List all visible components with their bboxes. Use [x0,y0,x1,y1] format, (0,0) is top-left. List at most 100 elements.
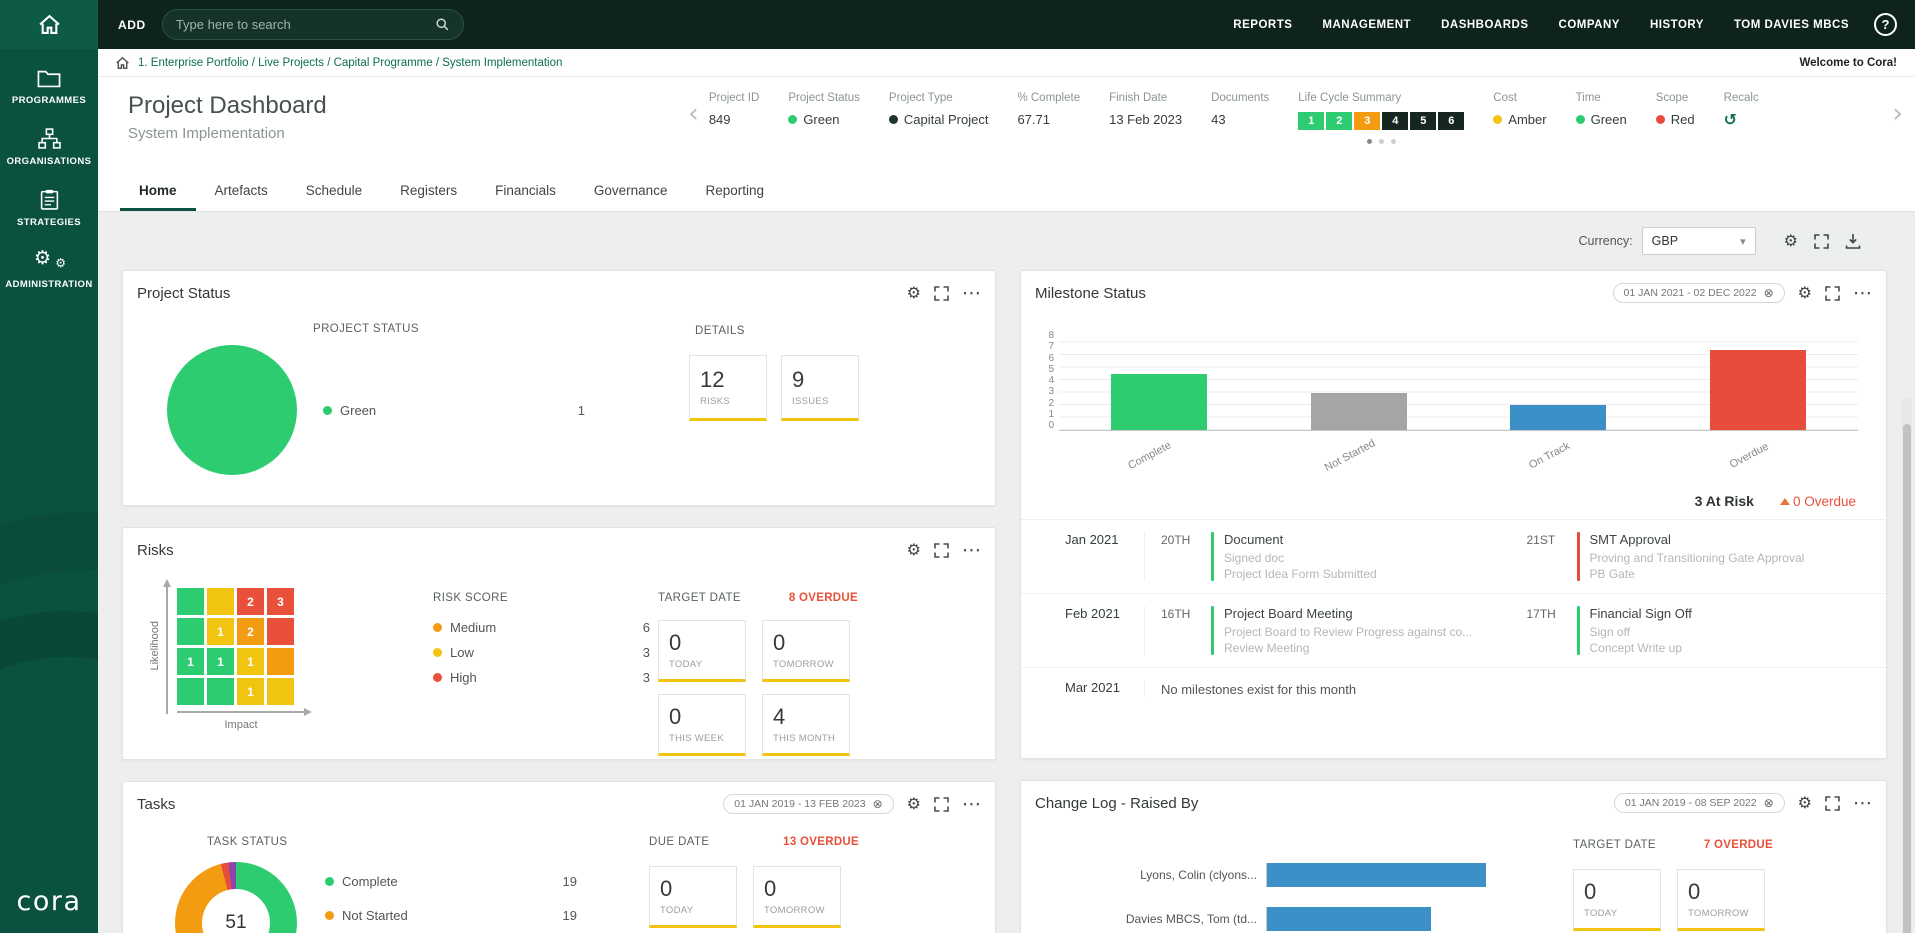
card-more-icon[interactable]: ⋯ [962,283,981,303]
search-icon[interactable] [435,17,450,32]
risk-matrix-cell[interactable]: 3 [267,588,294,615]
download-icon[interactable] [1845,233,1861,249]
lifecycle-stage[interactable]: 6 [1438,112,1465,130]
recalc-refresh-icon[interactable]: ↺ [1724,112,1737,128]
risk-matrix-cell[interactable] [207,588,234,615]
task-status-donut[interactable]: 51 [175,862,297,933]
stat-today[interactable]: 0 TODAY [649,866,737,928]
remove-filter-icon[interactable]: ⊗ [873,798,883,810]
global-search[interactable] [161,9,464,40]
remove-filter-icon[interactable]: ⊗ [1764,287,1774,299]
milestone-bar[interactable] [1110,374,1207,430]
tab-registers[interactable]: Registers [381,172,476,211]
milestone-entry[interactable]: 21ST SMT Approval Proving and Transition… [1527,532,1869,581]
card-expand-icon[interactable] [1825,285,1840,301]
tab-artefacts[interactable]: Artefacts [196,172,287,211]
milestone-bar[interactable] [1510,405,1607,430]
date-filter-badge[interactable]: 01 JAN 2021 - 02 DEC 2022 ⊗ [1612,283,1785,303]
tab-reporting[interactable]: Reporting [686,172,783,211]
changelog-bar[interactable] [1267,863,1487,887]
card-more-icon[interactable]: ⋯ [962,540,981,560]
tab-governance[interactable]: Governance [575,172,687,211]
risk-matrix-cell[interactable] [207,678,234,705]
tab-financials[interactable]: Financials [476,172,575,211]
card-settings-icon[interactable]: ⚙ [907,796,921,812]
stat-tomorrow[interactable]: 0 TOMORROW [753,866,841,928]
card-settings-icon[interactable]: ⚙ [907,285,921,301]
risk-matrix-cell[interactable] [177,588,204,615]
search-input[interactable] [175,17,435,32]
milestone-bar[interactable] [1710,349,1807,430]
risk-matrix-cell[interactable] [177,618,204,645]
card-expand-icon[interactable] [1825,795,1840,811]
milestone-bar[interactable] [1310,392,1407,430]
sidebar-item-programmes[interactable]: PROGRAMMES [0,69,98,106]
sidebar-item-organisations[interactable]: ORGANISATIONS [0,128,98,167]
stat-risks[interactable]: 12 RISKS [689,355,767,421]
carousel-dot[interactable] [1366,139,1372,144]
risk-matrix-cell[interactable] [267,648,294,675]
date-filter-badge[interactable]: 01 JAN 2019 - 13 FEB 2023 ⊗ [723,794,894,814]
lifecycle-stage[interactable]: 4 [1382,112,1409,130]
risk-matrix-cell[interactable] [267,678,294,705]
stat-today[interactable]: 0 TODAY [1573,869,1661,931]
card-more-icon[interactable]: ⋯ [1853,793,1872,813]
legend-item[interactable]: Complete 19 [325,874,585,889]
sidebar-item-administration[interactable]: ⚙ ⚙ ADMINISTRATION [0,247,98,290]
card-more-icon[interactable]: ⋯ [962,794,981,814]
legend-item[interactable]: Medium 6 [433,620,658,635]
stat-today[interactable]: 0 TODAY [658,620,746,682]
overdue-badge[interactable]: 8 OVERDUE [789,592,858,604]
risk-matrix-cell[interactable] [267,618,294,645]
header-scroll-right-icon[interactable]: › [1892,92,1907,127]
scrollbar-thumb[interactable] [1903,424,1911,933]
stat-issues[interactable]: 9 ISSUES [781,355,859,421]
legend-item[interactable]: High 3 [433,670,658,685]
stat-this-month[interactable]: 4 THIS MONTH [762,694,850,756]
lifecycle-stage[interactable]: 3 [1354,112,1381,130]
nav-management[interactable]: MANAGEMENT [1307,19,1426,31]
dashboard-settings-icon[interactable]: ⚙ [1784,233,1798,249]
risk-matrix-cell[interactable]: 1 [207,618,234,645]
at-risk-count[interactable]: 3 At Risk [1695,493,1754,509]
page-scrollbar[interactable] [1902,398,1912,933]
nav-history[interactable]: HISTORY [1635,19,1719,31]
home-button[interactable] [0,0,98,49]
overdue-count[interactable]: 0 Overdue [1779,494,1856,509]
home-small-icon[interactable] [116,56,129,69]
carousel-dot[interactable] [1390,139,1396,144]
nav-dashboards[interactable]: DASHBOARDS [1426,19,1543,31]
card-settings-icon[interactable]: ⚙ [1798,285,1812,301]
remove-filter-icon[interactable]: ⊗ [1764,797,1774,809]
changelog-bar[interactable] [1267,907,1432,931]
overdue-badge[interactable]: 7 OVERDUE [1704,839,1773,851]
milestone-entry[interactable]: 16TH Project Board Meeting Project Board… [1161,606,1503,655]
lifecycle-stage[interactable]: 2 [1326,112,1353,130]
legend-item[interactable]: Green 1 [297,403,589,418]
carousel-dot[interactable] [1378,139,1384,144]
nav-company[interactable]: COMPANY [1544,19,1635,31]
breadcrumb[interactable]: 1. Enterprise Portfolio / Live Projects … [138,57,562,69]
tab-home[interactable]: Home [120,172,196,211]
legend-item[interactable]: Not Started 19 [325,908,585,923]
project-status-pie[interactable] [167,345,297,475]
legend-item[interactable]: Low 3 [433,645,658,660]
lifecycle-stage[interactable]: 1 [1298,112,1325,130]
help-icon[interactable]: ? [1874,13,1897,36]
card-settings-icon[interactable]: ⚙ [907,542,921,558]
stat-tomorrow[interactable]: 0 TOMORROW [762,620,850,682]
risk-matrix-cell[interactable]: 2 [237,588,264,615]
risk-matrix-cell[interactable]: 2 [237,618,264,645]
date-filter-badge[interactable]: 01 JAN 2019 - 08 SEP 2022 ⊗ [1613,793,1785,813]
header-scroll-left-icon[interactable]: ‹ [688,92,709,127]
card-expand-icon[interactable] [934,285,949,301]
risk-matrix-cell[interactable] [177,678,204,705]
risk-matrix-cell[interactable]: 1 [237,648,264,675]
card-expand-icon[interactable] [934,542,949,558]
nav-reports[interactable]: REPORTS [1218,19,1307,31]
milestone-entry[interactable]: 17TH Financial Sign Off Sign off Concept… [1527,606,1869,655]
risk-matrix-cell[interactable]: 1 [177,648,204,675]
sidebar-item-strategies[interactable]: STRATEGIES [0,189,98,228]
add-button[interactable]: ADD [118,18,146,32]
stat-tomorrow[interactable]: 0 TOMORROW [1677,869,1765,931]
